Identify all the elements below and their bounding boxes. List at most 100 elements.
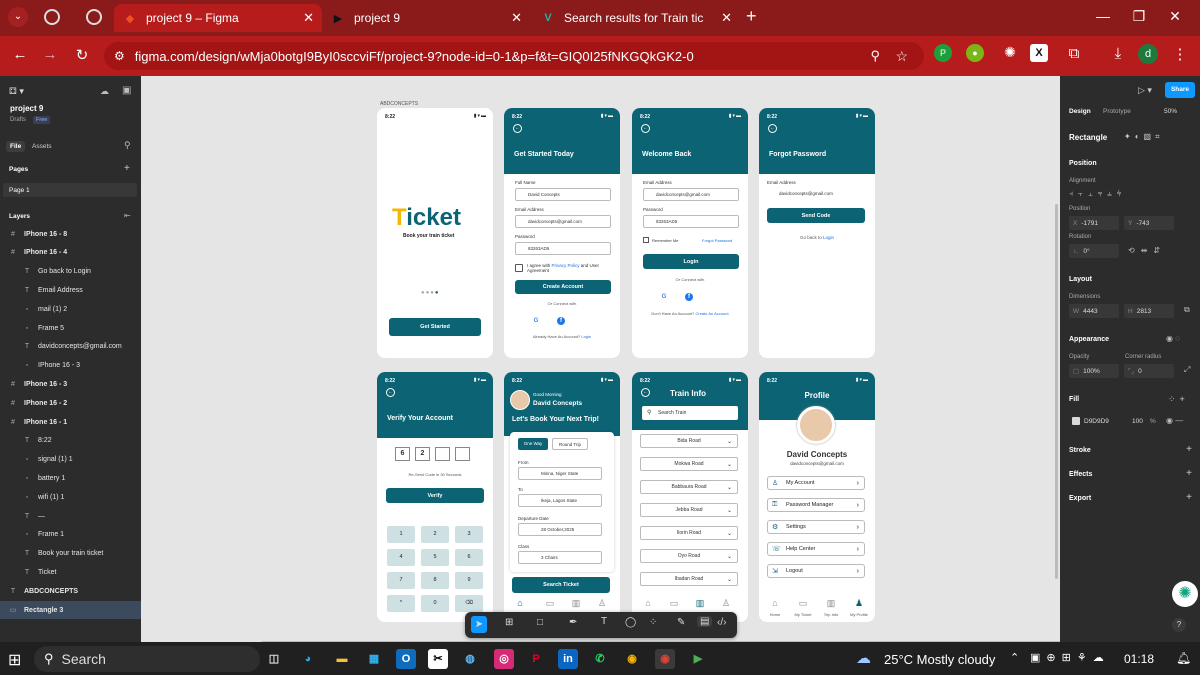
from-field[interactable]: Minna, Niger State [518, 467, 602, 480]
keypad-key[interactable]: 2 [421, 526, 449, 543]
layer-item[interactable]: ▭ Rectangle 3 [0, 601, 141, 619]
nav-icon[interactable]: ♟ [853, 598, 865, 608]
create-account-button[interactable]: Create Account [515, 280, 611, 294]
otp-digit-3[interactable] [435, 447, 450, 461]
avatar[interactable] [510, 390, 530, 410]
component-icons[interactable]: ✦◐▧⌗ [1124, 132, 1164, 142]
move-tool-icon[interactable]: ➤ [471, 616, 487, 633]
back-icon[interactable]: ← [386, 388, 395, 397]
road-item[interactable]: Ilorin Road ⌄ [640, 526, 738, 540]
layer-item[interactable]: ▫ mail (1) 2 [0, 300, 141, 318]
present-icon[interactable]: ▷ ▾ [1138, 85, 1152, 96]
grouped-tab-icon[interactable] [86, 9, 102, 25]
chatgpt-floating-icon[interactable]: ✺ [1172, 581, 1198, 607]
profile-menu-item[interactable]: ⚿ Password Manager › [767, 498, 865, 512]
height-field[interactable]: H 2813 [1124, 304, 1174, 318]
back-icon[interactable]: ← [641, 388, 650, 397]
download-icon[interactable]: ⤓ [1106, 45, 1130, 62]
to-field[interactable]: Ikeja, Lagos State [518, 494, 602, 507]
agree-checkbox[interactable] [515, 264, 523, 272]
keypad-key[interactable]: 9 [455, 572, 483, 589]
login-link[interactable]: Login [823, 235, 834, 240]
frame-tool-icon[interactable]: ⊞ [505, 617, 513, 628]
keypad-key[interactable]: 6 [455, 549, 483, 566]
layer-item[interactable]: ▫ Frame 5 [0, 319, 141, 337]
login-link[interactable]: Login [581, 334, 591, 339]
new-tab-button[interactable]: + [746, 6, 757, 27]
profile-icon[interactable]: ♙ [720, 598, 732, 608]
design-mode-icon[interactable]: ▤ [697, 616, 713, 627]
phone-login[interactable]: 8:22 ▮▾▬ ← Welcome Back Email Address da… [632, 108, 748, 358]
y-field[interactable]: Y -743 [1124, 216, 1174, 230]
layer-item[interactable]: T ABDCONCEPTS [0, 582, 141, 600]
train-icon[interactable]: ▥ [694, 598, 706, 608]
google-icon[interactable]: G [532, 317, 540, 325]
radius-field[interactable]: ⌜⌟ 0 [1124, 364, 1174, 378]
vertical-scrollbar[interactable] [1055, 204, 1058, 579]
tab-project9[interactable]: ▶ project 9 ✕ [322, 4, 530, 32]
layer-item[interactable]: # IPhone 16 - 4 [0, 244, 141, 262]
login-button[interactable]: Login [643, 254, 739, 269]
zoom-level[interactable]: 50% [1164, 108, 1177, 115]
road-item[interactable]: Babbaura Road ⌄ [640, 480, 738, 494]
road-item[interactable]: Bida Road ⌄ [640, 434, 738, 448]
edge-icon[interactable]: ◕ [298, 649, 318, 669]
privacy-link[interactable]: Privacy Policy [552, 263, 580, 268]
copilot-icon[interactable]: ◍ [460, 649, 480, 669]
layer-item[interactable]: ▫ wifi (1) 1 [0, 488, 141, 506]
file-explorer-icon[interactable]: ▬ [332, 649, 352, 669]
keypad-key[interactable]: ⌫ [455, 595, 483, 612]
extension-green-icon[interactable]: P [934, 44, 952, 62]
site-info-icon[interactable]: ⚙ [114, 49, 125, 63]
url-text[interactable]: figma.com/design/wMja0botgI9ByI0sccviFf/… [135, 49, 694, 64]
nav-icon[interactable]: ⌂ [769, 598, 781, 608]
password-field[interactable]: 83263AD5 [515, 242, 611, 255]
alignment-buttons[interactable]: ⫞⫟⫠⫧⫨⫩ [1069, 189, 1126, 199]
back-icon[interactable]: ← [513, 124, 522, 133]
close-icon[interactable]: ✕ [721, 10, 732, 26]
date-field[interactable]: 28 October,2025 [518, 523, 602, 536]
add-page-icon[interactable]: + [124, 163, 130, 174]
layer-item[interactable]: ▫ battery 1 [0, 469, 141, 487]
keypad-key[interactable]: 8 [421, 572, 449, 589]
bookmark-star-icon[interactable]: ☆ [895, 48, 908, 65]
layer-item[interactable]: ▫ Frame 1 [0, 526, 141, 544]
back-icon[interactable]: ← [8, 46, 32, 63]
minimize-icon[interactable]: — [1088, 8, 1118, 24]
phone-train-info[interactable]: 8:22 ▮▾▬ ← Train Info ⚲ Search Train Bida… [632, 372, 748, 622]
layer-item[interactable]: # IPhone 16 - 3 [0, 375, 141, 393]
tab-prototype[interactable]: Prototype [1103, 108, 1131, 115]
pinterest-icon[interactable]: P [526, 649, 546, 669]
phone-home[interactable]: 8:22 ▮▾▬ Good Morning David Concepts Let… [504, 372, 620, 622]
tray-chevron-icon[interactable]: ⌃ [1010, 651, 1019, 664]
keypad-key[interactable]: * [387, 595, 415, 612]
verify-button[interactable]: Verify [386, 488, 484, 503]
forward-icon[interactable]: → [38, 46, 62, 63]
flip-icons[interactable]: ⟲⇹⇵ [1128, 246, 1166, 255]
one-way-tab[interactable]: One Way [518, 438, 548, 450]
email-field[interactable]: davidconcepts@gmail.com [767, 187, 865, 200]
chatgpt-icon[interactable]: ✺ [998, 44, 1022, 61]
figma-main-menu-icon[interactable]: ⚃ ▾ [9, 86, 24, 97]
phone-profile[interactable]: 8:22 ▮▾▬ Profile David Concepts davidcon… [759, 372, 875, 622]
independent-corners-icon[interactable]: ⤢ [1184, 365, 1190, 375]
clock[interactable]: 01:18 [1124, 652, 1154, 666]
road-item[interactable]: Jebba Road ⌄ [640, 503, 738, 517]
apple-icon[interactable] [710, 293, 718, 301]
layer-item[interactable]: # IPhone 16 - 8 [0, 225, 141, 243]
extensions-puzzle-icon[interactable]: ⧉ [1062, 45, 1086, 62]
tab-assets[interactable]: Assets [32, 143, 52, 150]
layer-item[interactable]: # IPhone 16 - 1 [0, 413, 141, 431]
road-item[interactable]: Mokwa Road ⌄ [640, 457, 738, 471]
google-icon[interactable]: G [660, 293, 668, 301]
profile-icon[interactable]: ♙ [596, 598, 608, 608]
outlook-icon[interactable]: O [396, 649, 416, 669]
search-train-input[interactable]: ⚲ Search Train [642, 406, 738, 420]
profile-menu-item[interactable]: ♙ My Account › [767, 476, 865, 490]
comment-tool-icon[interactable]: ◯ [625, 617, 636, 628]
send-code-button[interactable]: Send Code [767, 208, 865, 223]
layer-item[interactable]: T — [0, 507, 141, 525]
app-icon[interactable]: ▶ [688, 649, 708, 669]
round-trip-tab[interactable]: Round Trip [552, 438, 588, 450]
class-field[interactable]: 3 Chairs [518, 551, 602, 564]
